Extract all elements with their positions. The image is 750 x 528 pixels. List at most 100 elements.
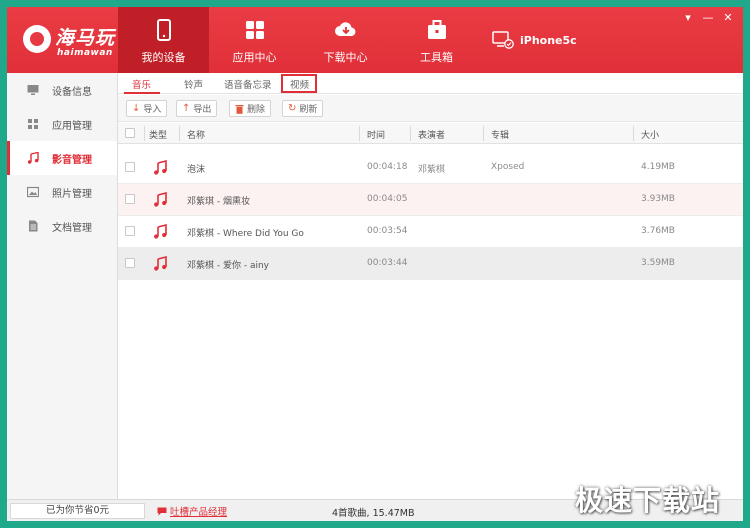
column-divider: [359, 126, 360, 141]
feedback-label: 吐槽产品经理: [170, 507, 228, 518]
sidebar-item-photo-manager[interactable]: 照片管理: [7, 175, 117, 209]
nav-toolbox[interactable]: 工具箱: [391, 7, 482, 73]
song-name: 泡沫: [187, 165, 206, 175]
table-row[interactable]: 邓紫琪 - 烟熏妆 00:04:05 3.93MB: [118, 184, 743, 216]
apps-icon: [28, 119, 38, 129]
table-row[interactable]: 邓紫棋 - 爱你 - ainy 00:03:44 3.59MB: [118, 248, 743, 280]
column-divider: [179, 126, 180, 141]
import-button[interactable]: ↓ 导入: [126, 100, 168, 117]
sidebar-item-label: 应用管理: [52, 120, 92, 132]
song-name: 邓紫棋 - 爱你 - ainy: [187, 261, 269, 271]
song-size: 3.76MB: [641, 226, 675, 236]
nav-label: 工具箱: [420, 51, 453, 64]
table-header: 类型 名称 时间 表演者 专辑 大小: [118, 123, 743, 144]
song-album: Xposed: [491, 162, 525, 172]
arrow-down-icon: ↓: [132, 103, 141, 114]
column-header-type[interactable]: 类型: [149, 128, 167, 141]
sidebar: 设备信息 应用管理 影音管理 照片管理 文档管理: [7, 73, 118, 499]
logo-mark-icon: [23, 25, 51, 53]
app-window: 海马玩 haimawan 我的设备 应用中心 下载中心 工具箱 iPhone5c…: [7, 7, 743, 521]
export-label: 导出: [193, 105, 212, 115]
phone-icon: [156, 19, 171, 41]
nav-label: 应用中心: [232, 51, 277, 64]
table-row[interactable]: 邓紫棋 - Where Did You Go 00:03:54 3.76MB: [118, 216, 743, 248]
song-duration: 00:04:05: [367, 194, 408, 204]
column-header-name[interactable]: 名称: [187, 128, 205, 141]
trash-icon: [235, 104, 244, 114]
nav-my-device[interactable]: 我的设备: [118, 7, 209, 73]
column-divider: [483, 126, 484, 141]
nav-label: 下载中心: [323, 51, 368, 64]
tab-video[interactable]: 视频: [290, 77, 309, 91]
column-divider: [144, 126, 145, 141]
top-bar: 海马玩 haimawan 我的设备 应用中心 下载中心 工具箱 iPhone5c…: [7, 7, 743, 73]
logo: 海马玩 haimawan: [19, 17, 119, 63]
song-duration: 00:04:18: [367, 162, 408, 172]
song-artist: 邓紫棋: [418, 165, 446, 175]
sidebar-item-label: 设备信息: [52, 86, 92, 98]
song-name: 邓紫棋 - Where Did You Go: [187, 229, 304, 239]
logo-subtext: haimawan: [57, 48, 113, 58]
music-note-icon: [154, 256, 167, 271]
connected-device-icon: [492, 31, 514, 49]
menu-icon[interactable]: ▾: [681, 11, 695, 25]
column-header-artist[interactable]: 表演者: [418, 128, 445, 141]
column-header-size[interactable]: 大小: [641, 128, 659, 141]
import-label: 导入: [143, 105, 162, 115]
feedback-link[interactable]: 吐槽产品经理: [157, 504, 227, 518]
speech-bubble-icon: [157, 507, 167, 515]
row-checkbox[interactable]: [125, 162, 135, 172]
column-header-time[interactable]: 时间: [367, 128, 385, 141]
column-divider: [410, 126, 411, 141]
song-duration: 00:03:44: [367, 258, 408, 268]
delete-label: 删除: [247, 105, 266, 115]
toolbar: ↓ 导入 ↑ 导出 删除 ↻ 刷新: [118, 95, 743, 122]
device-indicator[interactable]: iPhone5c: [492, 29, 577, 51]
nav-app-center[interactable]: 应用中心: [209, 7, 300, 73]
row-checkbox[interactable]: [125, 226, 135, 236]
document-icon: [29, 220, 38, 232]
refresh-button[interactable]: ↻ 刷新: [282, 100, 324, 117]
close-icon[interactable]: ✕: [721, 11, 735, 25]
music-note-icon: [154, 160, 167, 175]
main-nav: 我的设备 应用中心 下载中心 工具箱: [118, 7, 482, 73]
sidebar-item-label: 文档管理: [52, 222, 92, 234]
cloud-download-icon: [334, 22, 355, 36]
nav-download-center[interactable]: 下载中心: [300, 7, 391, 73]
sidebar-item-media-manager[interactable]: 影音管理: [7, 141, 117, 175]
sidebar-item-device-info[interactable]: 设备信息: [7, 73, 117, 107]
toolbox-icon: [427, 20, 446, 39]
arrow-up-icon: ↑: [182, 103, 191, 114]
column-header-album[interactable]: 专辑: [491, 128, 509, 141]
song-name: 邓紫琪 - 烟熏妆: [187, 197, 250, 207]
monitor-icon: [27, 85, 39, 95]
savings-indicator: 已为你节省0元: [10, 503, 145, 519]
tab-music[interactable]: 音乐: [132, 77, 151, 91]
logo-text: 海马玩: [55, 27, 116, 49]
row-checkbox[interactable]: [125, 194, 135, 204]
refresh-label: 刷新: [299, 105, 318, 115]
sidebar-item-label: 影音管理: [52, 154, 92, 166]
music-note-icon: [27, 152, 39, 164]
song-duration: 00:03:54: [367, 226, 408, 236]
delete-button[interactable]: 删除: [229, 100, 272, 117]
minimize-icon[interactable]: —: [701, 11, 715, 25]
tab-active-underline: [124, 92, 160, 94]
sidebar-item-document-manager[interactable]: 文档管理: [7, 209, 117, 243]
song-size: 3.59MB: [641, 258, 675, 268]
sidebar-item-app-manager[interactable]: 应用管理: [7, 107, 117, 141]
table-row[interactable]: 泡沫 00:04:18 邓紫棋 Xposed 4.19MB: [118, 152, 743, 184]
song-size: 3.93MB: [641, 194, 675, 204]
select-all-checkbox[interactable]: [125, 128, 135, 138]
refresh-icon: ↻: [288, 103, 297, 114]
watermark: 极速下载站: [575, 484, 721, 517]
tab-ringtones[interactable]: 铃声: [184, 77, 203, 91]
row-checkbox[interactable]: [125, 258, 135, 268]
photo-icon: [27, 186, 39, 198]
tab-voice-memos[interactable]: 语音备忘录: [224, 77, 272, 91]
device-name: iPhone5c: [520, 33, 577, 47]
music-note-icon: [154, 224, 167, 239]
nav-label: 我的设备: [141, 51, 186, 64]
sidebar-item-label: 照片管理: [52, 188, 92, 200]
export-button[interactable]: ↑ 导出: [176, 100, 218, 117]
